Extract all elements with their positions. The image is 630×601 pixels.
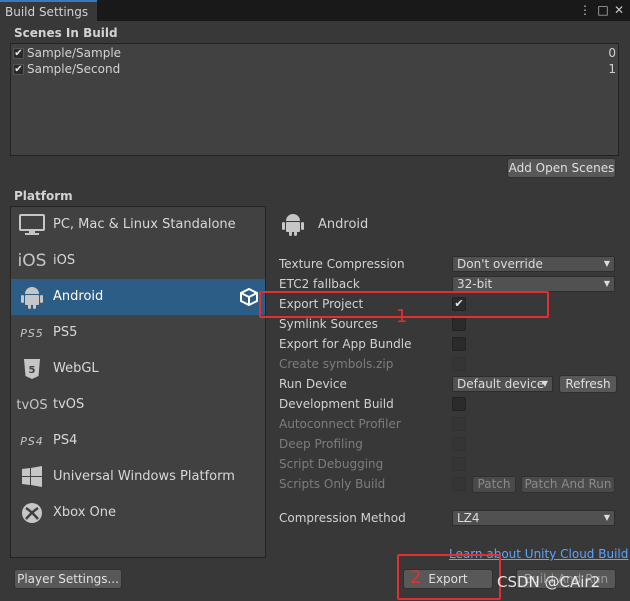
platform-item-webgl[interactable]: 5 WebGL	[11, 351, 265, 387]
scenes-in-build-label: Scenes In Build	[14, 26, 118, 40]
platform-label: Platform	[14, 189, 73, 203]
unity-active-platform-icon	[239, 287, 259, 307]
platform-label-ios: iOS	[53, 253, 76, 268]
export-app-bundle-label: Export for App Bundle	[279, 337, 412, 351]
etc2-fallback-label: ETC2 fallback	[279, 277, 360, 291]
add-open-scenes-button[interactable]: Add Open Scenes	[507, 158, 616, 178]
development-build-label: Development Build	[279, 397, 394, 411]
texture-compression-value: Don't override	[457, 257, 543, 271]
windows-icon	[17, 465, 47, 489]
deep-profiling-checkbox	[452, 437, 466, 451]
create-symbols-checkbox	[452, 357, 466, 371]
platform-item-standalone[interactable]: PC, Mac & Linux Standalone	[11, 207, 265, 243]
deep-profiling-label: Deep Profiling	[279, 437, 363, 451]
platform-list: PC, Mac & Linux Standalone iOS iOS Andro…	[10, 206, 266, 558]
compression-method-value: LZ4	[457, 511, 480, 525]
platform-label-standalone: PC, Mac & Linux Standalone	[53, 217, 236, 232]
platform-item-ps4[interactable]: PS4 PS4	[11, 423, 265, 459]
player-settings-button[interactable]: Player Settings...	[14, 569, 122, 589]
export-app-bundle-checkbox[interactable]	[452, 337, 466, 351]
compression-method-dropdown[interactable]: LZ4 ▼	[452, 510, 615, 526]
scene-row[interactable]: ✔ Sample/Second 1	[11, 62, 618, 78]
run-device-dropdown[interactable]: Default device ▼	[452, 376, 553, 392]
chevron-down-icon: ▼	[603, 279, 610, 288]
run-device-label: Run Device	[279, 377, 347, 391]
scene-name: Sample/Sample	[27, 46, 122, 60]
more-options-icon[interactable]: ⋮	[578, 3, 592, 17]
platform-label-tvos: tvOS	[53, 397, 85, 412]
texture-compression-dropdown[interactable]: Don't override ▼	[452, 256, 615, 272]
svg-text:5: 5	[29, 365, 36, 376]
ps4-icon: PS4	[20, 434, 44, 448]
platform-item-uwp[interactable]: Universal Windows Platform	[11, 459, 265, 495]
maximize-icon[interactable]: □	[596, 3, 610, 17]
scripts-only-build-checkbox	[452, 477, 466, 491]
platform-label-ps5: PS5	[53, 325, 78, 340]
android-header-icon	[282, 211, 304, 240]
create-symbols-label: Create symbols.zip	[279, 357, 394, 371]
scene-checkbox[interactable]: ✔	[13, 64, 24, 75]
chevron-down-icon: ▼	[603, 513, 610, 522]
tvos-icon: tvOS	[16, 397, 48, 413]
platform-item-ios[interactable]: iOS iOS	[11, 243, 265, 279]
ios-icon: iOS	[17, 251, 47, 271]
platform-label-xbox: Xbox One	[53, 505, 117, 520]
scene-row[interactable]: ✔ Sample/Sample 0	[11, 46, 618, 62]
autoconnect-profiler-checkbox	[452, 417, 466, 431]
scene-checkbox[interactable]: ✔	[13, 48, 24, 59]
chevron-down-icon: ▼	[603, 259, 610, 268]
scene-index: 0	[608, 46, 616, 60]
autoconnect-profiler-label: Autoconnect Profiler	[279, 417, 401, 431]
patch-button: Patch	[472, 476, 516, 493]
android-header-title: Android	[318, 217, 369, 232]
tab-build-settings[interactable]: Build Settings	[0, 0, 97, 21]
symlink-sources-checkbox[interactable]	[452, 317, 466, 331]
refresh-button[interactable]: Refresh	[559, 375, 617, 393]
patch-and-run-button: Patch And Run	[521, 476, 615, 493]
platform-item-tvos[interactable]: tvOS tvOS	[11, 387, 265, 423]
annotation-number-1: 1	[396, 306, 408, 327]
etc2-fallback-value: 32-bit	[457, 277, 493, 291]
etc2-fallback-dropdown[interactable]: 32-bit ▼	[452, 276, 615, 292]
symlink-sources-label: Symlink Sources	[279, 317, 378, 331]
android-icon	[17, 285, 47, 309]
scene-name: Sample/Second	[27, 62, 121, 76]
script-debugging-label: Script Debugging	[279, 457, 384, 471]
scripts-only-build-label: Scripts Only Build	[279, 477, 386, 491]
platform-label-ps4: PS4	[53, 433, 78, 448]
watermark-text: CSDN @CAir2	[497, 573, 601, 591]
platform-item-xbox[interactable]: Xbox One	[11, 495, 265, 531]
development-build-checkbox[interactable]	[452, 397, 466, 411]
texture-compression-label: Texture Compression	[279, 257, 405, 271]
scenes-list: ✔ Sample/Sample 0 ✔ Sample/Second 1	[10, 43, 619, 156]
run-device-value: Default device	[457, 377, 545, 391]
monitor-icon	[17, 213, 47, 237]
chevron-down-icon: ▼	[541, 379, 548, 388]
platform-label-webgl: WebGL	[53, 361, 99, 376]
close-icon[interactable]: ✕	[612, 3, 626, 17]
ps5-icon: PS5	[20, 326, 44, 340]
platform-label-uwp: Universal Windows Platform	[53, 469, 235, 484]
compression-method-label: Compression Method	[279, 511, 406, 525]
platform-item-ps5[interactable]: PS5 PS5	[11, 315, 265, 351]
script-debugging-checkbox	[452, 457, 466, 471]
xbox-icon	[17, 501, 47, 525]
platform-item-android[interactable]: Android	[11, 279, 265, 315]
platform-label-android: Android	[53, 289, 104, 304]
html5-icon: 5	[17, 357, 47, 381]
annotation-number-2: 2	[410, 567, 422, 588]
scene-index: 1	[608, 62, 616, 76]
